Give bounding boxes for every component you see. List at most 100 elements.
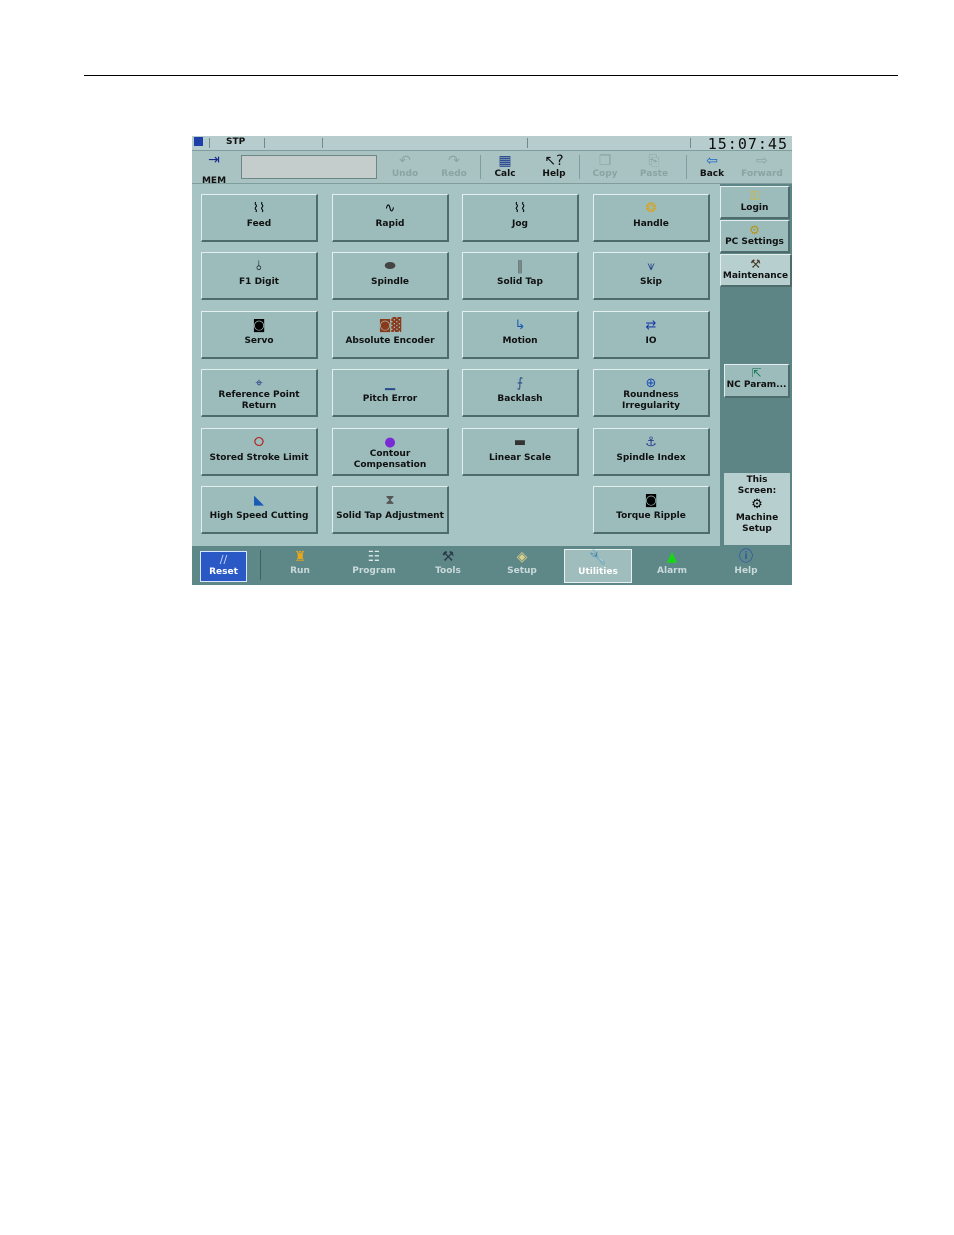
help-label: Help [542,169,566,179]
page-header-rule [84,75,898,76]
feed-button[interactable]: ⌇⌇ Feed [201,194,318,242]
alarm-light-icon: ▲ [666,549,678,565]
nav-setup[interactable]: ◈ Setup [488,549,556,583]
torque-ripple-button[interactable]: ◙ Torque Ripple [593,486,710,534]
bottom-nav: ∕∕ Reset ♜ Run ☷ Program ⚒ Tools ◈ Setup… [192,546,792,585]
info-icon: ⓘ [739,549,753,565]
tap-tool-icon: ‖ [516,259,524,274]
status-bar: STP 15:07:45 [192,136,792,153]
login-tab[interactable]: ⚿ Login [720,186,790,219]
forward-arrow-icon: ⇨ [756,153,768,169]
high-speed-cutting-label: High Speed Cutting [209,511,309,521]
reset-button[interactable]: ∕∕ Reset [200,551,247,582]
help-button[interactable]: ↖? Help [533,152,575,182]
spindle-button[interactable]: ⬬ Spindle [332,252,449,300]
toolbar-divider [480,155,481,179]
paste-label: Paste [639,169,669,179]
nav-run[interactable]: ♜ Run [266,549,334,583]
pc-settings-tab[interactable]: ⚙ PC Settings [720,220,790,253]
jog-label: Jog [512,219,528,229]
solid-tap-adjustment-button[interactable]: ⧗ Solid Tap Adjustment [332,486,449,534]
spindle-index-button[interactable]: ⚓ Spindle Index [593,428,710,476]
nav-tools[interactable]: ⚒ Tools [414,549,482,583]
run-icon: ♜ [293,549,307,565]
roundness-label-line1: Roundness [623,390,679,400]
reset-icon: ∕∕ [219,553,228,566]
f1-digit-button[interactable]: ⫰ F1 Digit [201,252,318,300]
linear-scale-icon: ▬ [513,435,527,450]
feed-label: Feed [246,219,272,229]
nav-alarm[interactable]: ▲ Alarm [638,549,706,583]
status-divider [264,138,265,148]
roundness-irregularity-button[interactable]: ⊕ Roundness Irregularity [593,369,710,417]
high-speed-cutting-button[interactable]: ◣ High Speed Cutting [201,486,318,534]
backlash-button[interactable]: ⨍ Backlash [462,369,579,417]
spindle-index-icon: ⚓ [645,435,657,450]
motion-button[interactable]: ↳ Motion [462,311,579,359]
redo-button[interactable]: ↷ Redo [433,152,475,182]
nav-utilities[interactable]: 🔧 Utilities [564,549,632,583]
calc-button[interactable]: ▦ Calc [484,152,526,182]
paste-button[interactable]: ⎘ Paste [633,152,675,182]
tools-icon: ⚒ [441,549,455,565]
reference-point-return-button[interactable]: ⌖ Reference Point Return [201,369,318,417]
skip-probe-icon: ⩛ [647,259,655,274]
nav-program[interactable]: ☷ Program [340,549,408,583]
this-screen-indicator: This Screen: ⚙ Machine Setup [724,473,790,545]
forward-button[interactable]: ⇨ Forward [741,152,783,182]
maintenance-tab[interactable]: ⚒ Maintenance [720,254,792,287]
mem-button[interactable]: ⇥ MEM [200,152,228,187]
help-nav-label: Help [734,566,758,576]
rapid-button[interactable]: ∿ Rapid [332,194,449,242]
back-button[interactable]: ⇦ Back [691,152,733,182]
nc-param-button[interactable]: ⇱ NC Param... [724,364,790,398]
message-display [241,155,377,179]
maintenance-tools-icon: ⚒ [750,257,761,271]
feed-wave-icon: ⌇⌇ [252,201,266,216]
motion-label: Motion [502,336,538,346]
reset-label: Reset [209,567,238,577]
io-label: IO [645,336,657,346]
stored-stroke-limit-button[interactable]: ⭘ Stored Stroke Limit [201,428,318,476]
backlash-label: Backlash [497,394,543,404]
f1-digit-label: F1 Digit [239,277,279,287]
paste-icon: ⎘ [648,153,660,169]
undo-icon: ↶ [399,153,411,169]
nc-param-arrow-icon: ⇱ [751,366,762,380]
forward-label: Forward [741,169,783,179]
encoder-icon: ◙▓ [378,318,402,333]
rapid-label: Rapid [375,219,405,229]
redo-icon: ↷ [448,153,460,169]
skip-button[interactable]: ⩛ Skip [593,252,710,300]
status-divider [322,138,323,148]
pitch-error-icon: ▁ [385,376,395,391]
calc-label: Calc [494,169,516,179]
io-button[interactable]: ⇄ IO [593,311,710,359]
program-label: Program [352,566,396,576]
toolbar: ⇥ MEM ↶ Undo ↷ Redo ▦ Calc ↖? Help ❐ Cop… [192,151,792,187]
spindle-icon: ⬬ [384,259,396,274]
linear-scale-button[interactable]: ▬ Linear Scale [462,428,579,476]
handle-label: Handle [633,219,669,229]
jog-button[interactable]: ⌇⌇ Jog [462,194,579,242]
contour-label-line2: Compensation [353,460,427,470]
handle-button[interactable]: ❂ Handle [593,194,710,242]
copy-button[interactable]: ❐ Copy [584,152,626,182]
contour-compensation-button[interactable]: ● Contour Compensation [332,428,449,476]
maintenance-label: Maintenance [722,271,789,281]
tools-label: Tools [435,566,461,576]
servo-motor-icon: ◙ [252,318,266,333]
back-label: Back [699,169,725,179]
solid-tap-button[interactable]: ‖ Solid Tap [462,252,579,300]
setup-label: Setup [507,566,537,576]
machine-setup-icon: ⚙ [751,497,763,512]
absolute-encoder-button[interactable]: ◙▓ Absolute Encoder [332,311,449,359]
undo-button[interactable]: ↶ Undo [384,152,426,182]
redo-label: Redo [441,169,467,179]
pitch-error-button[interactable]: ▁ Pitch Error [332,369,449,417]
nav-help[interactable]: ⓘ Help [712,549,780,583]
copy-label: Copy [592,169,618,179]
program-icon: ☷ [367,549,381,565]
mode-indicator: STP [226,137,246,147]
servo-button[interactable]: ◙ Servo [201,311,318,359]
